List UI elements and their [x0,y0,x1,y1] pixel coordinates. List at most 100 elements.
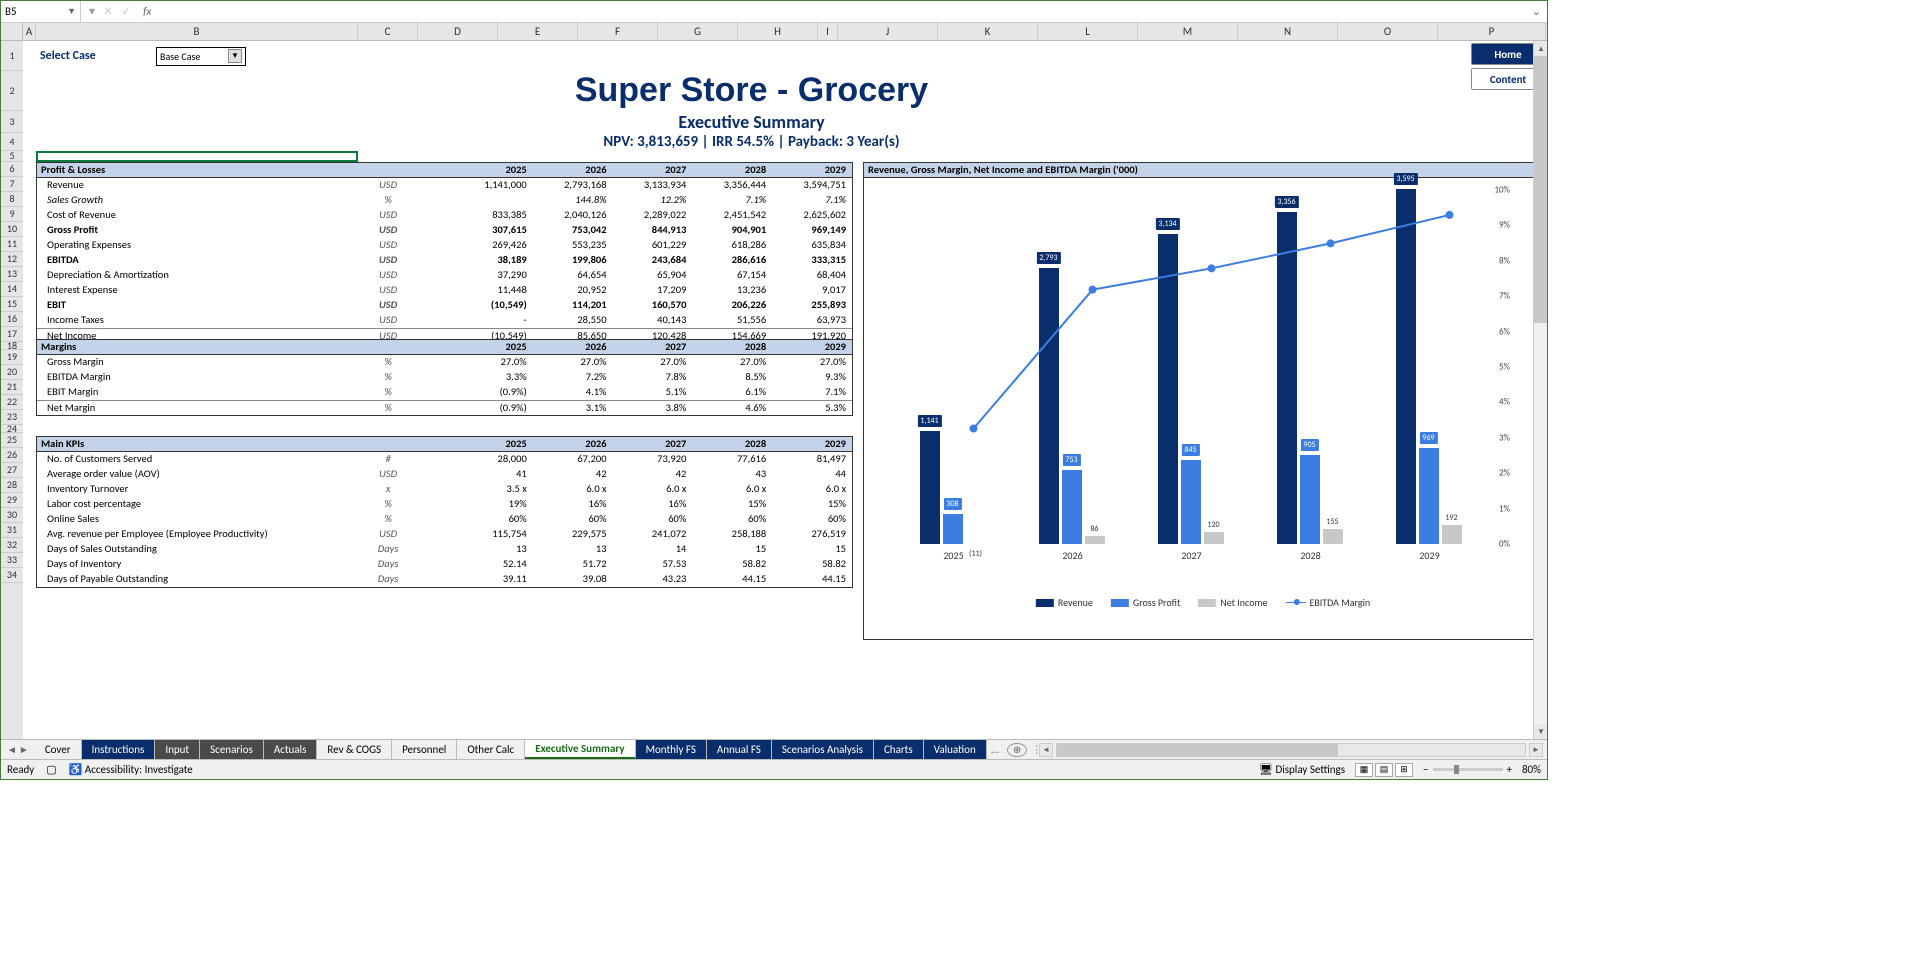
row-header[interactable]: 14 [1,282,23,297]
cancel-icon[interactable]: ✕ [103,4,113,19]
dropdown-icon[interactable]: ▾ [89,4,95,19]
row-header[interactable]: 32 [1,538,23,553]
row-header[interactable]: 21 [1,380,23,395]
row-header[interactable]: 29 [1,493,23,508]
col-header[interactable]: G [658,23,738,40]
scroll-up-icon[interactable]: ▲ [1534,41,1547,56]
row-header[interactable]: 6 [1,162,23,177]
macro-record-icon[interactable]: ▢ [46,763,56,776]
col-header[interactable]: A [23,23,36,40]
row-header[interactable]: 1 [1,41,23,71]
name-box-value: B5 [5,5,17,18]
normal-view-icon[interactable]: ▦ [1355,763,1373,777]
vertical-scrollbar[interactable]: ▲ ▼ [1533,41,1547,739]
row-header[interactable]: 12 [1,252,23,267]
scroll-down-icon[interactable]: ▼ [1534,724,1547,739]
row-header[interactable]: 19 [1,350,23,365]
h-scroll-thumb[interactable] [1057,744,1338,756]
col-header[interactable]: I [818,23,838,40]
zoom-out-icon[interactable]: − [1423,763,1428,776]
accessibility-status[interactable]: ♿ Accessibility: Investigate [69,763,193,776]
scroll-left-icon[interactable]: ◄ [1039,743,1053,757]
sheet-tab[interactable]: Input [155,740,200,759]
cell-value: 2,793,168 [533,178,613,193]
row-header[interactable]: 9 [1,207,23,222]
new-sheet-button[interactable]: ⊕ [1007,743,1027,757]
name-box[interactable]: B5 ▼ [1,1,81,22]
row-header[interactable]: 16 [1,312,23,327]
col-header[interactable]: N [1238,23,1338,40]
col-header[interactable]: C [358,23,418,40]
row-header[interactable]: 34 [1,568,23,583]
sheet-tab[interactable]: Scenarios [200,740,264,759]
zoom-slider[interactable]: − + [1423,763,1512,776]
scroll-right-icon[interactable]: ► [1529,743,1543,757]
row-header[interactable]: 11 [1,237,23,252]
zoom-level[interactable]: 80% [1522,763,1541,776]
formula-input[interactable] [155,10,1526,14]
sheet-tab[interactable]: Executive Summary [525,740,635,759]
row-header[interactable]: 5 [1,151,23,162]
cells-area[interactable]: Select Case Base Case ▼ Home Content Sup… [23,41,1547,739]
col-header[interactable]: M [1138,23,1238,40]
row-header[interactable]: 20 [1,365,23,380]
row-header[interactable]: 30 [1,508,23,523]
page-break-view-icon[interactable]: ⊞ [1395,763,1413,777]
col-header[interactable]: O [1338,23,1438,40]
row-header[interactable]: 22 [1,395,23,410]
col-header[interactable]: J [838,23,938,40]
cell-value: 243,684 [613,253,693,268]
tabs-overflow[interactable]: ... [987,743,1003,756]
sheet-tab[interactable]: Charts [874,740,924,759]
row-header[interactable]: 15 [1,297,23,312]
scroll-thumb[interactable] [1534,56,1547,323]
zoom-in-icon[interactable]: + [1507,763,1512,776]
row-header[interactable]: 3 [1,111,23,133]
col-header[interactable]: E [498,23,578,40]
row-header[interactable]: 25 [1,433,23,448]
row-header[interactable]: 26 [1,448,23,463]
fx-label[interactable]: fx [139,5,155,18]
cell-value: 115,754 [453,527,533,542]
sheet-tab[interactable]: Actuals [264,740,318,759]
col-header[interactable]: H [738,23,818,40]
horizontal-scrollbar[interactable]: ◄ ► [1035,743,1547,757]
sheet-tab[interactable]: Cover [35,740,82,759]
col-header[interactable]: F [578,23,658,40]
expand-formula-bar-icon[interactable]: ⌄ [1526,5,1547,18]
sheet-tab[interactable]: Other Calc [457,740,525,759]
sheet-tab[interactable]: Monthly FS [636,740,707,759]
col-header[interactable]: B [36,23,358,40]
row-header[interactable]: 28 [1,478,23,493]
sheet-tab[interactable]: Personnel [392,740,457,759]
col-header[interactable]: K [938,23,1038,40]
prev-sheet-icon[interactable]: ◄ [7,743,17,756]
row-header[interactable]: 18 [1,342,23,350]
row-header[interactable]: 33 [1,553,23,568]
page-layout-view-icon[interactable]: ▤ [1375,763,1393,777]
next-sheet-icon[interactable]: ► [19,743,29,756]
row-header[interactable]: 13 [1,267,23,282]
confirm-icon[interactable]: ✓ [121,4,131,19]
sheet-tab[interactable]: Scenarios Analysis [772,740,874,759]
row-header[interactable]: 8 [1,192,23,207]
select-all-corner[interactable] [1,23,23,40]
col-header[interactable]: D [418,23,498,40]
row-header[interactable]: 24 [1,425,23,433]
display-settings[interactable]: 🖥 Display Settings [1259,763,1345,776]
chevron-down-icon[interactable]: ▼ [228,49,242,63]
case-dropdown[interactable]: Base Case ▼ [156,47,246,66]
sheet-tab[interactable]: Rev & COGS [317,740,392,759]
row-header[interactable]: 27 [1,463,23,478]
sheet-tab[interactable]: Annual FS [707,740,772,759]
sheet-tab[interactable]: Valuation [924,740,987,759]
row-header[interactable]: 10 [1,222,23,237]
row-header[interactable]: 31 [1,523,23,538]
sheet-tab[interactable]: Instructions [82,740,156,759]
row-header[interactable]: 7 [1,177,23,192]
row-header[interactable]: 2 [1,71,23,111]
name-box-dropdown-icon[interactable]: ▼ [67,6,76,17]
cell-value: 65,904 [613,268,693,283]
col-header[interactable]: L [1038,23,1138,40]
col-header[interactable]: P [1438,23,1546,40]
